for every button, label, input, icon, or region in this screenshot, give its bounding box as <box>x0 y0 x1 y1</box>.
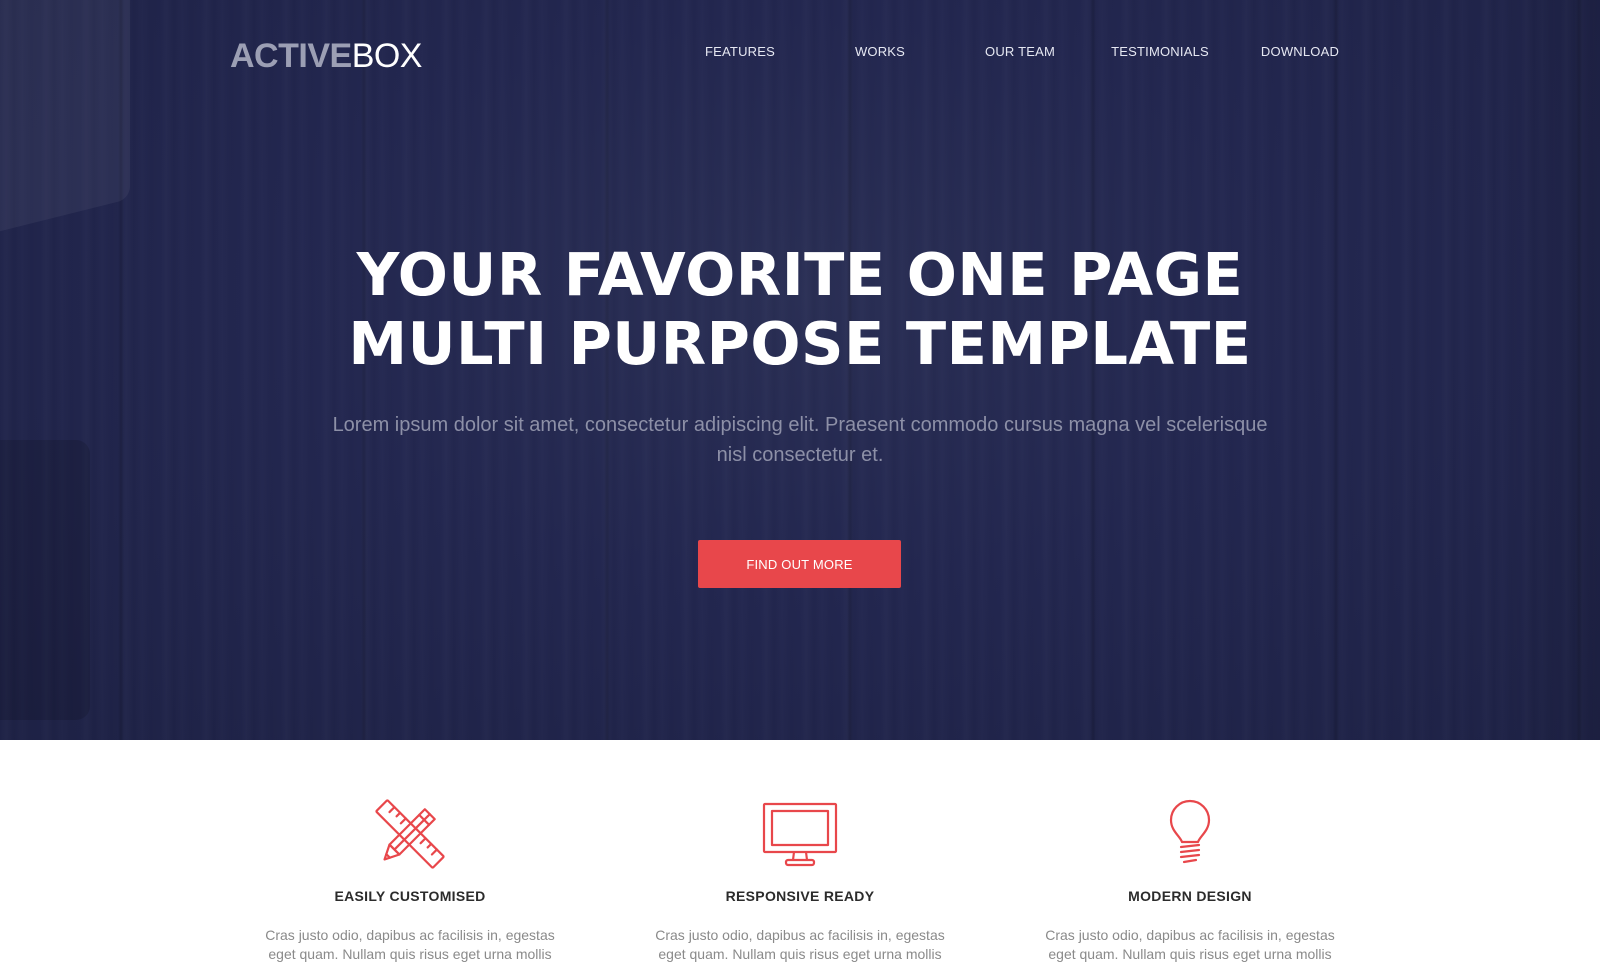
background-object-shadow <box>0 440 90 720</box>
hero-title-line: YOUR FAVORITE ONE PAGE <box>356 240 1244 309</box>
feature-description: Cras justo odio, dapibus ac facilisis in… <box>655 927 945 962</box>
find-out-more-button[interactable]: FIND OUT MORE <box>698 540 901 588</box>
feature-card: RESPONSIVE READY Cras justo odio, dapibu… <box>630 740 970 964</box>
nav-item-testimonials[interactable]: TESTIMONIALS <box>1111 44 1209 59</box>
features-section: EASILY CUSTOMISED Cras justo odio, dapib… <box>0 740 1600 962</box>
nav-item-our-team[interactable]: OUR TEAM <box>985 44 1055 59</box>
hero-subtitle: Lorem ipsum dolor sit amet, consectetur … <box>332 414 1268 466</box>
feature-card: MODERN DESIGN Cras justo odio, dapibus a… <box>1020 740 1360 964</box>
pencil-ruler-icon <box>375 799 445 869</box>
feature-title: RESPONSIVE READY <box>725 888 875 904</box>
hero-title: YOUR FAVORITE ONE PAGE MULTI PURPOSE TEM… <box>300 240 1300 378</box>
monitor-icon <box>762 802 838 867</box>
feature-description: Cras justo odio, dapibus ac facilisis in… <box>1045 927 1335 962</box>
feature-title: EASILY CUSTOMISED <box>334 888 486 904</box>
hero-section: ACTIVEBOX FEATURES WORKS OUR TEAM TESTIM… <box>0 0 1600 740</box>
nav-item-download[interactable]: DOWNLOAD <box>1261 44 1339 59</box>
main-nav: FEATURES WORKS OUR TEAM TESTIMONIALS DOW… <box>0 44 1600 64</box>
background-vignette <box>1500 0 1600 740</box>
background-object-shadow <box>0 0 130 242</box>
feature-description: Cras justo odio, dapibus ac facilisis in… <box>265 927 555 962</box>
nav-item-features[interactable]: FEATURES <box>705 44 775 59</box>
nav-item-works[interactable]: WORKS <box>855 44 905 59</box>
hero-title-line: MULTI PURPOSE TEMPLATE <box>348 309 1252 378</box>
feature-card: EASILY CUSTOMISED Cras justo odio, dapib… <box>240 740 580 964</box>
feature-title: MODERN DESIGN <box>1128 888 1252 904</box>
lightbulb-icon <box>1169 799 1211 864</box>
